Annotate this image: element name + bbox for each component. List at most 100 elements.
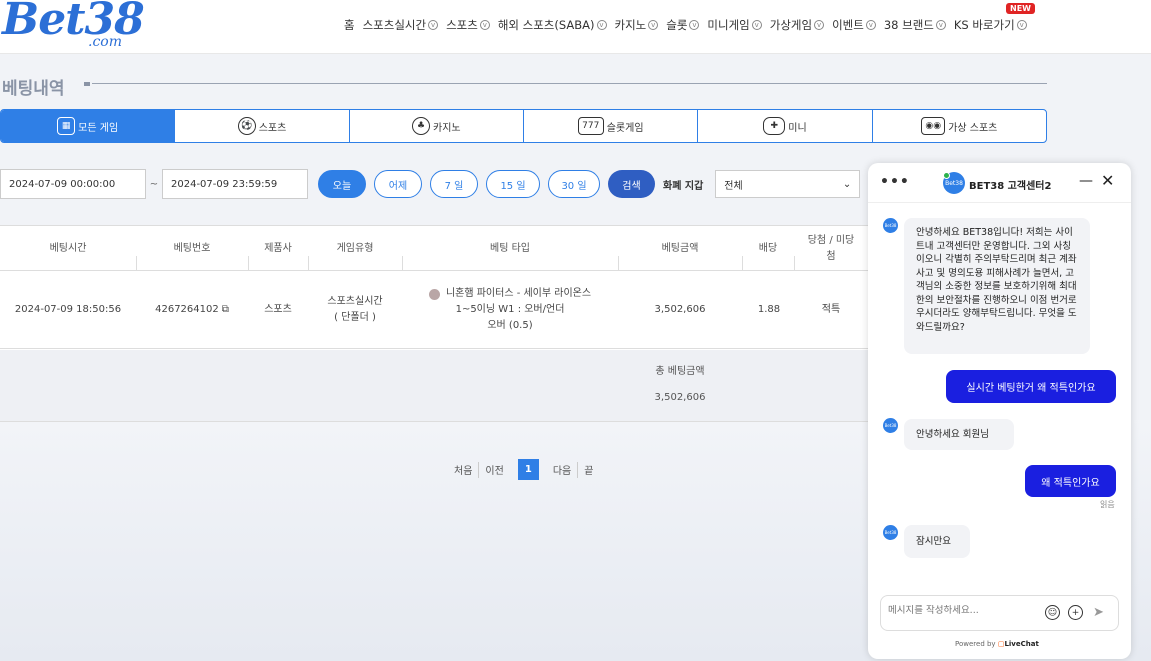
minimize-icon[interactable]: —	[1079, 173, 1093, 189]
tab-casino[interactable]: ♣ 카지노	[350, 110, 524, 142]
bet-match: 니혼햄 파이터스 - 세이부 라이온스	[428, 286, 591, 302]
range-30days-button[interactable]: 30 일	[548, 170, 600, 198]
agent-message: 안녕하세요 BET38입니다! 저희는 사이트내 고객센터만 운영합니다. 그외…	[904, 218, 1090, 354]
agent-avatar: Bet38	[883, 418, 898, 433]
message-composer: ☺ + ➤	[880, 595, 1119, 631]
date-to-input[interactable]: 2024-07-09 23:59:59	[162, 169, 308, 199]
user-message: 실시간 베팅한거 왜 적특인가요	[946, 370, 1116, 403]
nav-label: 스포츠실시간	[362, 18, 427, 32]
tab-label: 가상 스포츠	[948, 122, 998, 134]
send-icon[interactable]: ➤	[1093, 605, 1104, 620]
chevron-down-icon: v	[689, 20, 700, 30]
chevron-down-icon: v	[865, 20, 876, 30]
col-odds: 배당	[758, 243, 778, 254]
table-row: 2024-07-09 18:50:56 4267264102 ⧉ 스포츠 스포츠실…	[0, 271, 868, 349]
nav-label: 홈	[344, 18, 355, 32]
date-from-input[interactable]: 2024-07-09 00:00:00	[0, 169, 146, 199]
bet-number-text: 4267264102	[155, 304, 219, 315]
cell-odds: 1.88	[757, 304, 781, 315]
page-current[interactable]: 1	[517, 459, 539, 480]
tab-all-games[interactable]: ▦ 모든 게임	[1, 110, 176, 142]
nav-home[interactable]: 홈	[344, 17, 355, 33]
cell-result: 적특	[821, 304, 841, 315]
total-row: 총 베팅금액 3,502,606	[0, 350, 868, 422]
slot-machine-icon: 777	[577, 117, 604, 135]
table-header: 베팅시간 베팅번호 제품사 게임유형 베팅 타입 베팅금액 배당 당첨 / 미당…	[0, 225, 868, 271]
chat-menu-icon[interactable]: •••	[880, 174, 910, 190]
cell-bet-amount: 3,502,606	[654, 304, 706, 315]
message-input[interactable]	[888, 605, 1038, 616]
page-first[interactable]: 처음	[448, 462, 478, 477]
nav-saba[interactable]: 해외 스포츠(SABA) v	[498, 17, 607, 33]
game-type-folder: ( 단폴더 )	[334, 312, 376, 323]
main-nav: 홈 스포츠실시간 v 스포츠 v 해외 스포츠(SABA) v 카지노 v 슬롯 v 미니…	[344, 17, 1035, 33]
tab-label: 슬롯게임	[606, 122, 644, 134]
copy-icon[interactable]: ⧉	[222, 302, 229, 318]
emoji-icon[interactable]: ☺	[1045, 605, 1060, 620]
chevron-down-icon: v	[596, 20, 607, 30]
bet-market: 1~5이닝 W1 : 오버/언더	[455, 304, 565, 315]
currency-select[interactable]: 전체 ⌄	[715, 170, 861, 198]
filter-bar: 2024-07-09 00:00:00 ~ 2024-07-09 23:59:5…	[0, 169, 861, 199]
tab-virtual-sports[interactable]: ◉◉ 가상 스포츠	[873, 110, 1046, 142]
page-prev[interactable]: 이전	[479, 462, 509, 477]
range-7days-button[interactable]: 7 일	[430, 170, 478, 198]
nav-live-sports[interactable]: 스포츠실시간 v	[362, 17, 439, 33]
powered-by: Powered by ▢LiveChat	[955, 640, 1039, 648]
nav-virtual[interactable]: 가상게임 v	[769, 17, 825, 33]
chevron-down-icon: v	[935, 20, 946, 30]
col-provider: 제품사	[264, 243, 292, 254]
range-15days-button[interactable]: 15 일	[486, 170, 540, 198]
tab-mini[interactable]: ✚ 미니	[698, 110, 873, 142]
total-label: 총 베팅금액	[655, 366, 705, 377]
nav-ks[interactable]: KS 바로가기 v	[954, 17, 1027, 33]
col-bet-type: 베팅 타입	[490, 243, 530, 254]
tab-label: 미니	[788, 122, 807, 134]
nav-label: 가상게임	[769, 18, 813, 32]
tab-sports[interactable]: ⚽ 스포츠	[175, 110, 350, 142]
bet-selection: 오버 (0.5)	[487, 320, 533, 331]
chevron-down-icon: v	[479, 20, 490, 30]
nav-sports[interactable]: 스포츠 v	[446, 17, 490, 33]
nav-label: 이벤트	[832, 18, 864, 32]
gamepad-icon: ✚	[763, 117, 786, 135]
range-yesterday-button[interactable]: 어제	[374, 170, 422, 198]
nav-38-brand[interactable]: 38 브랜드 v	[884, 17, 946, 33]
game-tabs: ▦ 모든 게임 ⚽ 스포츠 ♣ 카지노 777 슬롯게임 ✚ 미니 ◉◉ 가상 스포츠	[0, 109, 1047, 143]
attach-icon[interactable]: +	[1068, 605, 1083, 620]
agent-avatar: Bet38	[883, 218, 898, 233]
currency-label: 화폐 지갑	[663, 180, 704, 192]
nav-minigame[interactable]: 미니게임 v	[707, 17, 762, 33]
chevron-down-icon: v	[1016, 20, 1027, 30]
site-logo-sub: .com	[88, 34, 122, 50]
soccer-ball-icon: ⚽	[237, 117, 256, 135]
col-game-type: 게임유형	[336, 243, 374, 254]
team-logo-icon	[428, 288, 440, 300]
chevron-down-icon: v	[751, 20, 762, 30]
title-decoration	[84, 82, 90, 86]
tab-label: 카지노	[433, 122, 461, 134]
nav-label: 해외 스포츠(SABA)	[497, 18, 595, 32]
close-icon[interactable]: ✕	[1101, 171, 1114, 190]
powered-prefix: Powered by	[955, 640, 996, 648]
chevron-down-icon: v	[648, 20, 659, 30]
nav-casino[interactable]: 카지노 v	[615, 17, 659, 33]
chat-title: BET38 고객센터2	[969, 181, 1052, 192]
search-button[interactable]: 검색	[608, 170, 655, 198]
tab-slot[interactable]: 777 슬롯게임	[524, 110, 699, 142]
currency-select-value: 전체	[724, 180, 743, 192]
cell-game-type: 스포츠실시간 ( 단폴더 )	[308, 271, 402, 349]
range-today-button[interactable]: 오늘	[318, 170, 366, 198]
total-value: 3,502,606	[654, 392, 706, 403]
tab-label: 스포츠	[258, 122, 287, 134]
nav-slot[interactable]: 슬롯 v	[666, 17, 700, 33]
nav-label: 스포츠	[446, 18, 478, 32]
page-next[interactable]: 다음	[547, 462, 577, 477]
agent-message: 잠시만요	[904, 525, 970, 558]
chevron-down-icon: v	[814, 20, 825, 30]
site-logo[interactable]: Bet38	[2, 0, 145, 45]
page-last[interactable]: 끝	[578, 462, 599, 477]
nav-event[interactable]: 이벤트 v	[832, 17, 876, 33]
casino-chip-icon: ♣	[412, 117, 431, 135]
new-badge: NEW	[1006, 3, 1035, 14]
